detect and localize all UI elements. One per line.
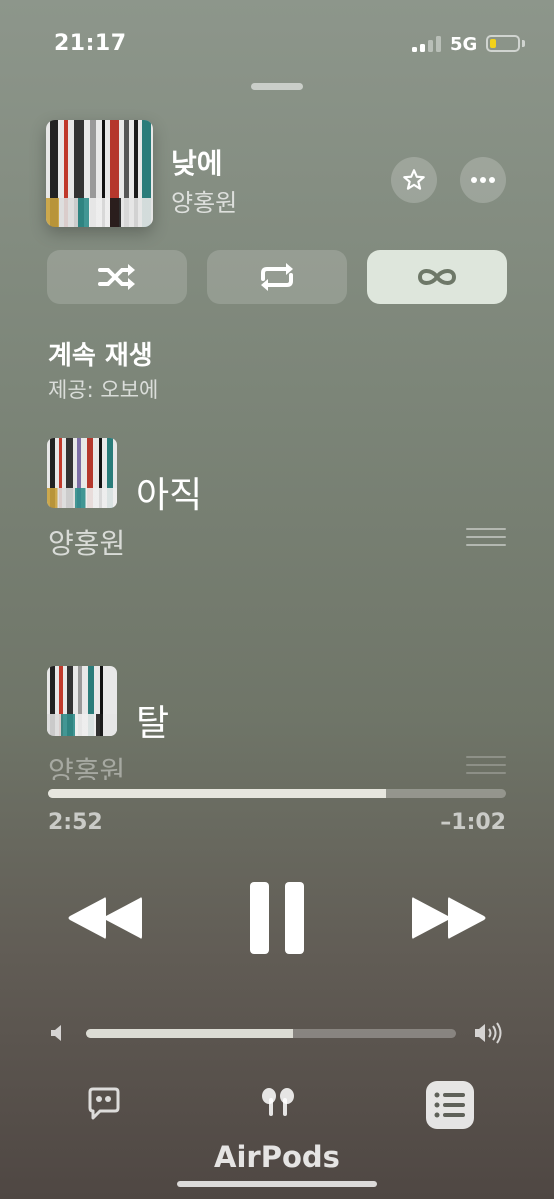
- reorder-handle-icon[interactable]: [466, 528, 506, 550]
- infinity-icon: [417, 269, 457, 285]
- network-type: 5G: [450, 34, 478, 55]
- autoplay-button[interactable]: [367, 250, 507, 304]
- backward-icon: [68, 897, 142, 939]
- volume-fill: [86, 1029, 294, 1038]
- airpods-icon: [262, 1088, 294, 1116]
- elapsed-time: 2:52: [48, 810, 103, 835]
- queue-item-title[interactable]: 탈: [136, 694, 169, 746]
- airplay-button[interactable]: [259, 1084, 297, 1122]
- list-icon: [434, 1092, 465, 1118]
- shuffle-icon: [98, 264, 135, 290]
- favorite-button[interactable]: [391, 157, 437, 203]
- playback-scrubber[interactable]: [48, 789, 506, 798]
- volume-low-icon: [50, 1024, 66, 1042]
- album-art[interactable]: [46, 120, 153, 227]
- volume-slider[interactable]: [86, 1029, 456, 1038]
- autoplay-subtitle: 제공: 오보에: [48, 378, 159, 402]
- repeat-button[interactable]: [207, 250, 347, 304]
- next-button[interactable]: [412, 895, 488, 941]
- previous-button[interactable]: [66, 895, 142, 941]
- queue-item-artist: 양홍원: [48, 527, 126, 560]
- now-playing-title: 낮에: [171, 147, 223, 180]
- lyrics-icon: [88, 1087, 120, 1120]
- status-time: 21:17: [54, 31, 127, 56]
- remaining-time: –1:02: [440, 810, 506, 835]
- ellipsis-icon: [471, 177, 495, 183]
- more-button[interactable]: [460, 157, 506, 203]
- now-playing-artist[interactable]: 양홍원: [171, 183, 237, 218]
- queue-button[interactable]: [426, 1081, 474, 1129]
- queue-item-art[interactable]: [47, 666, 117, 736]
- autoplay-title: 계속 재생: [48, 341, 153, 371]
- home-indicator[interactable]: [177, 1181, 377, 1187]
- pause-button[interactable]: [248, 882, 306, 954]
- cellular-signal-icon: [412, 36, 442, 52]
- star-icon: [403, 169, 425, 190]
- shuffle-button[interactable]: [47, 250, 187, 304]
- queue-item-artist: 양홍원: [48, 755, 126, 780]
- lyrics-button[interactable]: [86, 1086, 122, 1122]
- sheet-grabber[interactable]: [251, 83, 303, 90]
- pause-icon: [250, 882, 304, 954]
- reorder-handle-icon[interactable]: [466, 756, 506, 782]
- volume-high-icon: [474, 1022, 506, 1044]
- repeat-icon: [261, 263, 293, 291]
- output-device-label: AirPods: [214, 1140, 340, 1174]
- queue-item-title[interactable]: 아직: [136, 466, 202, 518]
- playback-progress-fill: [48, 789, 386, 798]
- queue-item-art[interactable]: [47, 438, 117, 508]
- battery-cap: [522, 40, 525, 47]
- forward-icon: [412, 897, 486, 939]
- battery-icon: [486, 35, 520, 52]
